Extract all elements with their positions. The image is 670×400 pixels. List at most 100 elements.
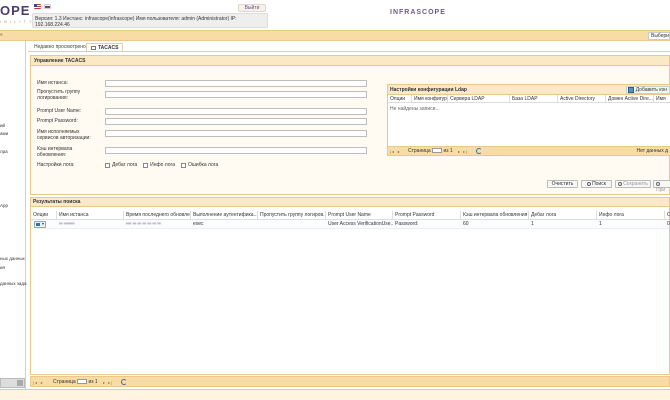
ldap-col-base[interactable]: База LDAP: [510, 95, 558, 103]
refresh-icon[interactable]: [476, 148, 482, 154]
sidebar-item[interactable]: данных зада: [0, 281, 27, 286]
extra-action-icon: [656, 181, 660, 186]
sidebar-item[interactable]: ия: [0, 265, 5, 270]
tab-tacacs[interactable]: TACACS: [86, 43, 124, 51]
search-button[interactable]: Поиск: [581, 180, 612, 188]
row-last-update: ▪▪▪ ▪▪ ▪▪ ▪▪ ▪▪ ▪▪ ▪▪: [126, 221, 161, 227]
res-col-last-update[interactable]: Время последнего обновле...: [124, 211, 191, 220]
sidebar-item[interactable]: ных данных: [0, 256, 25, 261]
instance-name-label: Имя истанса:: [37, 80, 68, 86]
ldap-col-options[interactable]: Опции: [388, 95, 412, 103]
sidebar-item[interactable]: ами: [0, 131, 8, 136]
save-label: Сохранить: [623, 181, 648, 187]
auth-services-input[interactable]: [105, 130, 367, 137]
tacacs-management-panel: Управление TACACS Имя истанса: Пропустит…: [30, 55, 670, 195]
prompt-password-label: Prompt Password:: [37, 118, 78, 124]
table-row[interactable]: ▪▪ ▪▪▪▪▪▪ ▪▪▪ ▪▪ ▪▪ ▪▪ ▪▪ ▪▪ ▪▪ exec Use…: [31, 220, 670, 229]
search-icon: [587, 181, 592, 186]
res-col-skip-group[interactable]: Пропустить группу логиров...: [258, 211, 326, 220]
save-button[interactable]: Сохранить: [615, 180, 651, 188]
ldap-col-ad-domain[interactable]: Домен Active Dire...: [606, 95, 654, 103]
log-settings-checkboxes: Дебаг лога Инфо лога Ошибка лога: [105, 162, 218, 168]
res-col-prompt-password[interactable]: Prompt Password: [393, 211, 461, 220]
version-ip-text: 192.168.224.46: [35, 22, 70, 28]
ldap-pager: |◂ ◂ Страница из 1 ▸ ▸| Нет данных д: [388, 146, 670, 155]
tab-tacacs-label: TACACS: [98, 45, 119, 51]
tab-recently-viewed[interactable]: Недавно просмотрено: [30, 43, 90, 51]
row-prompt-password: Password:: [395, 221, 419, 227]
clear-button[interactable]: Очистить: [547, 180, 578, 188]
checkbox-box[interactable]: [143, 162, 149, 168]
row-prompt-user: User Access VerificationUse...: [328, 221, 393, 227]
toolbar-strip: « Выбери: [0, 30, 670, 41]
save-icon: [618, 181, 623, 186]
res-col-info-log[interactable]: Инфо лога: [597, 211, 665, 220]
ldap-empty-message: Не найдены записи...: [390, 106, 440, 112]
pager-of-label: из 1: [88, 379, 98, 385]
results-pager: |◂ ◂ Страница из 1 ▸ ▸|: [30, 376, 670, 387]
res-col-cache-interval[interactable]: Кэш интервала обновления: [461, 211, 529, 220]
checkbox-box[interactable]: [181, 162, 186, 168]
log-settings-label: Настройки лога:: [37, 162, 75, 168]
prompt-user-name-input[interactable]: [105, 108, 367, 115]
add-ldap-config-button[interactable]: Добавить кон: [625, 86, 670, 94]
info-log-checkbox[interactable]: Инфо лога: [143, 162, 175, 168]
pager-prev-icons[interactable]: |◂ ◂: [33, 380, 43, 385]
skip-log-group-input[interactable]: [105, 91, 367, 98]
tabs-bar: Недавно просмотрено TACACS: [28, 42, 670, 52]
top-header: OPE I B I L I T Y Версия: 1.3 Инстанс: i…: [0, 0, 670, 30]
page-number-input[interactable]: [77, 379, 88, 385]
prompt-password-input[interactable]: [105, 118, 367, 125]
checkbox-box[interactable]: [105, 162, 110, 168]
res-col-options[interactable]: Опции: [31, 211, 57, 220]
res-col-prompt-user[interactable]: Prompt User Name: [326, 211, 393, 220]
row-debug-log: 1: [531, 221, 534, 227]
refresh-icon[interactable]: [121, 379, 127, 385]
ldap-table-header: Опции Имя конфигурации Сервера LDAP База…: [388, 95, 670, 103]
res-col-error-log[interactable]: О: [665, 211, 670, 220]
logout-button[interactable]: Выйти: [238, 4, 266, 12]
sidebar-item[interactable]: лра: [0, 149, 8, 154]
instance-select[interactable]: Выбери: [648, 32, 670, 40]
ru-flag-icon[interactable]: [44, 4, 51, 9]
row-cache-interval: 60: [463, 221, 469, 227]
pager-prev-icons[interactable]: |◂ ◂: [390, 149, 400, 154]
version-info-box: Версия: 1.3 Инстанс: infrascope(infrasco…: [32, 13, 268, 28]
pager-next-icons[interactable]: ▸ ▸|: [458, 149, 468, 154]
ldap-col-servers[interactable]: Сервера LDAP: [448, 95, 510, 103]
error-log-checkbox[interactable]: Ошибка лога: [181, 162, 218, 168]
res-col-instance[interactable]: Имя истанса: [57, 211, 124, 220]
debug-log-checkbox[interactable]: Дебаг лога: [105, 162, 137, 168]
row-options-button[interactable]: [34, 221, 46, 228]
pager-of-label: из 1: [443, 148, 453, 154]
ldap-col-config-name[interactable]: Имя конфигурации: [412, 95, 448, 103]
ldap-col-active-directory[interactable]: Active Directory: [558, 95, 606, 103]
language-flags: [34, 4, 51, 9]
results-title: Результаты поиска: [31, 198, 669, 207]
row-error-log: 0: [667, 221, 670, 227]
extra-action-button[interactable]: При: [653, 180, 670, 193]
panel-title: Управление TACACS: [31, 56, 669, 66]
search-label: Поиск: [592, 181, 606, 187]
brand-logo-text: OPE: [0, 3, 31, 18]
cache-interval-input[interactable]: [105, 147, 367, 154]
us-flag-icon[interactable]: [34, 4, 41, 9]
skip-log-group-label: Пропустить группу логирования:: [37, 89, 81, 101]
sidebar-item[interactable]: ий: [0, 123, 5, 128]
sidebar-scrollbar[interactable]: [0, 378, 25, 388]
results-pager-page: Страница из 1: [53, 379, 98, 386]
sidebar-item[interactable]: App: [0, 203, 8, 208]
pager-next-icons[interactable]: ▸ ▸|: [103, 380, 113, 385]
prompt-user-name-label: Prompt User Name:: [37, 108, 82, 114]
footer-strip: [0, 389, 670, 400]
error-log-label: Ошибка лога: [188, 162, 219, 168]
ldap-col-name[interactable]: Имя: [654, 95, 670, 103]
res-col-debug-log[interactable]: Дебаг лога: [529, 211, 597, 220]
brand-center-title: INFRASCOPE: [390, 9, 446, 16]
collapse-menu-icon[interactable]: «: [0, 32, 7, 39]
res-col-auth-exec[interactable]: Выполнение аутентифика...: [191, 211, 258, 220]
page-number-input[interactable]: [432, 148, 443, 154]
scrollbar-thumb[interactable]: [17, 380, 23, 386]
pager-page-label: Страница: [53, 379, 76, 385]
instance-name-input[interactable]: [105, 80, 367, 87]
